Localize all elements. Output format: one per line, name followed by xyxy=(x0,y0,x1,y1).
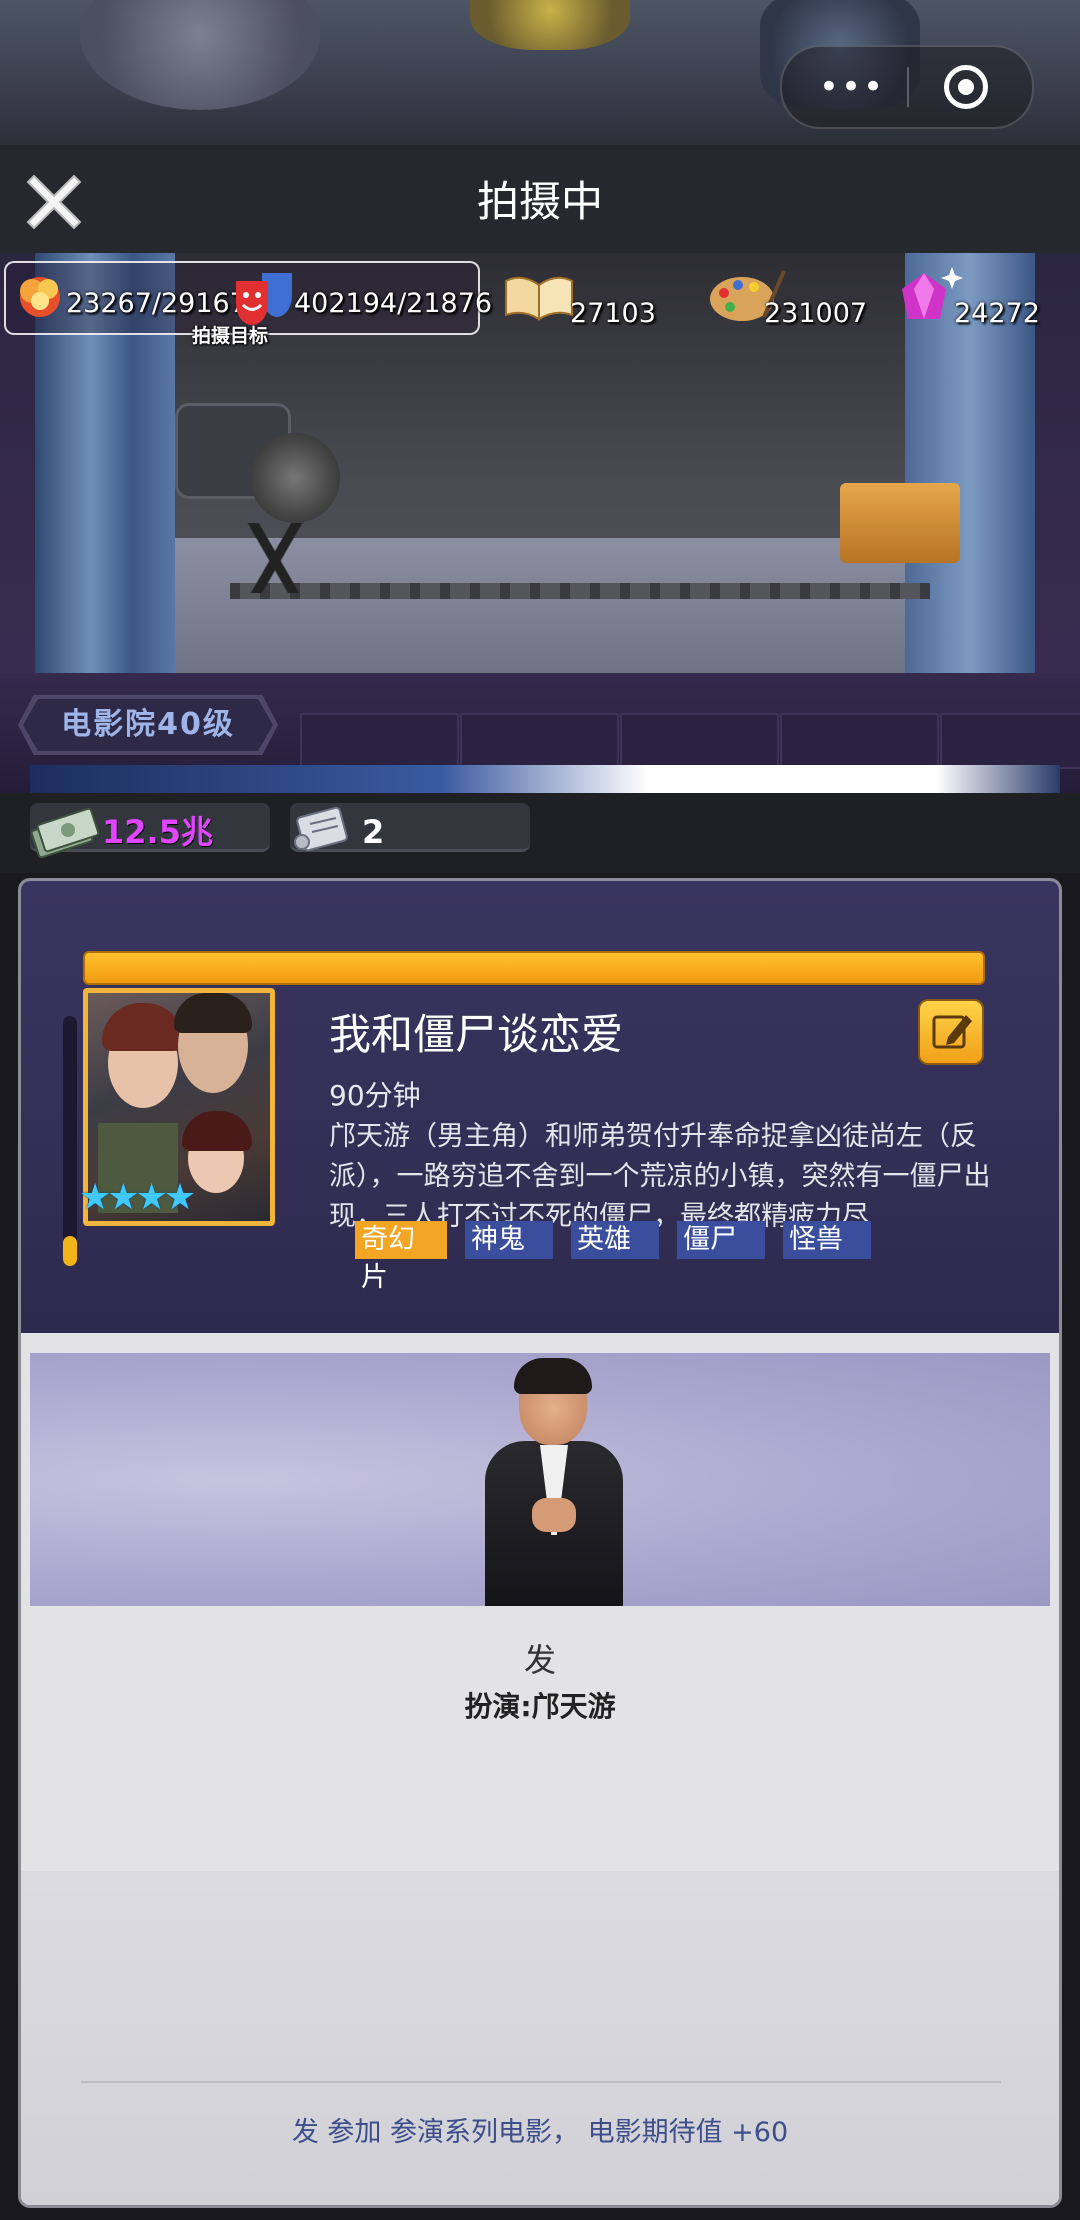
open-book-icon xyxy=(505,276,573,321)
art-points-value: 231007 xyxy=(764,298,868,329)
movie-panel: ★★★★ 我和僵尸谈恋爱 90分钟 邝天游（男主角）和师弟贺付升奉命捉拿凶徒尚左… xyxy=(18,878,1062,2208)
theater-mask-icon xyxy=(236,273,292,325)
explosion-icon xyxy=(20,277,60,317)
shooting-target-label: 拍摄目标 xyxy=(192,325,269,347)
resource-bar: 23267/29167 402194/21876 拍摄目标 27103 2310… xyxy=(4,261,1080,347)
actor-hands xyxy=(532,1498,576,1532)
scroll-icon xyxy=(294,806,348,852)
genre-tag: 神鬼 xyxy=(465,1221,553,1259)
movie-title: 我和僵尸谈恋爱 xyxy=(329,1010,624,1059)
cinema-level-badge: 电影院40级 xyxy=(18,695,278,755)
target-icon[interactable] xyxy=(944,65,988,109)
poster-hair xyxy=(174,993,252,1033)
stage-panel xyxy=(300,713,459,769)
more-dots-icon[interactable]: ••• xyxy=(817,67,887,107)
stage-panel xyxy=(780,713,939,769)
money-value: 12.5兆 xyxy=(102,813,213,851)
movie-duration: 90分钟 xyxy=(329,1079,421,1112)
genre-tag: 奇幻片 xyxy=(355,1221,447,1293)
movie-card: ★★★★ 我和僵尸谈恋爱 90分钟 邝天游（男主角）和师弟贺付升奉命捉拿凶徒尚左… xyxy=(21,881,1059,1333)
camera-track xyxy=(230,583,930,599)
miniprogram-capsule: ••• xyxy=(780,45,1034,129)
shooting-progress-bar xyxy=(83,951,985,985)
stage-panel xyxy=(940,713,1080,769)
stage-panel xyxy=(620,713,779,769)
background-shape xyxy=(80,0,320,110)
stage-panel xyxy=(460,713,619,769)
star-rating: ★★★★ xyxy=(79,1177,196,1218)
background-shape xyxy=(470,0,630,50)
poster-hair xyxy=(102,1003,184,1051)
edit-button[interactable] xyxy=(918,999,984,1065)
film-reel xyxy=(250,433,340,523)
series-bonus-text: 发 参加 参演系列电影， 电影期待值 +60 xyxy=(291,2117,789,2148)
genre-tag: 怪兽 xyxy=(783,1221,871,1259)
script-points-value: 27103 xyxy=(570,298,656,329)
scripts-value: 2 xyxy=(362,813,385,851)
actor-name: 发 xyxy=(523,1641,556,1679)
genre-tag: 英雄 xyxy=(571,1221,659,1259)
genre-tag: 僵尸 xyxy=(677,1221,765,1259)
page-title: 拍摄中 xyxy=(476,177,603,226)
cinema-level-label: 电影院40级 xyxy=(61,707,235,742)
poster-hair xyxy=(182,1111,252,1151)
edit-pencil-icon xyxy=(932,1015,972,1049)
actor-portrait-area xyxy=(30,1353,1050,1606)
money-stack-icon xyxy=(30,807,100,859)
gems-value: 24272 xyxy=(954,298,1040,329)
scroll-thumb[interactable] xyxy=(63,1236,77,1266)
audience-value: 23267/29167 xyxy=(66,288,247,319)
reputation-value: 402194/21876 xyxy=(294,288,493,319)
camera-tripod xyxy=(215,523,335,593)
bonus-area xyxy=(21,1871,1059,2205)
actor-role: 扮演:邝天游 xyxy=(464,1690,616,1723)
scroll-track[interactable] xyxy=(63,1016,77,1266)
bench-prop xyxy=(840,483,960,563)
scene-strip xyxy=(30,765,1060,793)
actor-hair xyxy=(514,1358,592,1394)
capsule-divider xyxy=(907,67,909,107)
divider xyxy=(81,2081,1001,2083)
